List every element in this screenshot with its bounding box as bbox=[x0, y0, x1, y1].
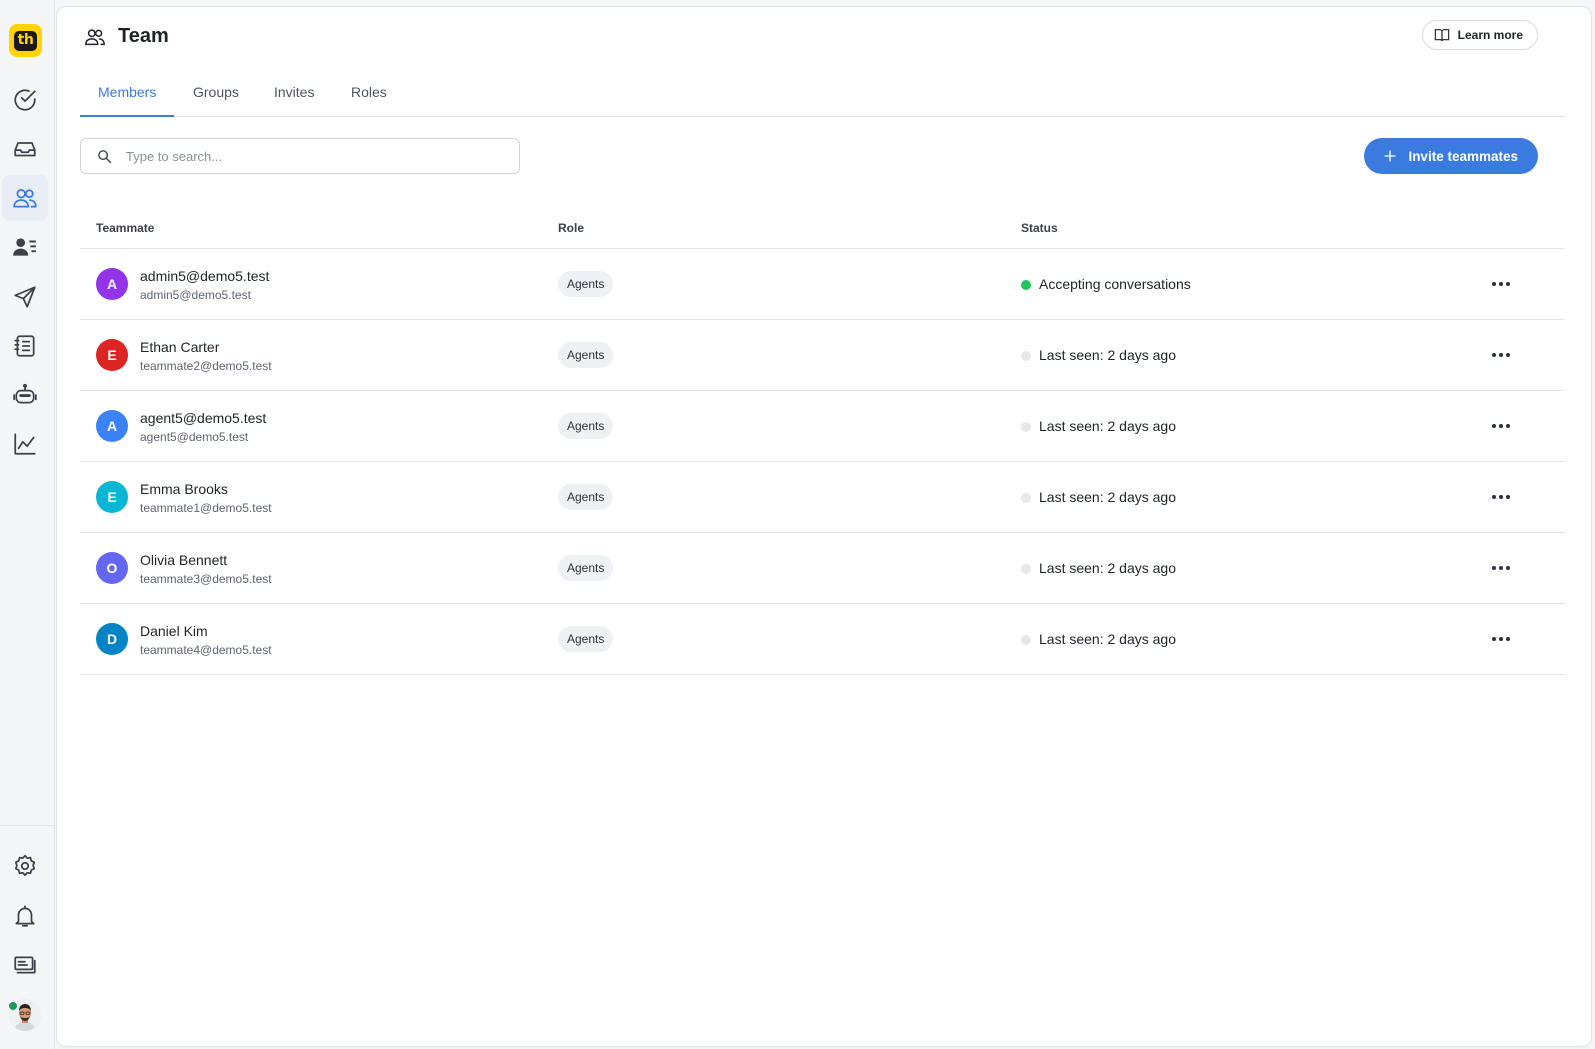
column-header-role: Role bbox=[558, 221, 585, 235]
sidebar-divider bbox=[0, 825, 54, 826]
sidebar-item-knowledge[interactable] bbox=[2, 323, 48, 369]
tab-groups[interactable]: Groups bbox=[175, 71, 257, 117]
team-icon bbox=[13, 189, 37, 208]
status-dot bbox=[1021, 422, 1031, 432]
avatar: O bbox=[96, 552, 128, 584]
status-text: Last seen: 2 days ago bbox=[1039, 560, 1176, 576]
sidebar-item-tasks[interactable] bbox=[2, 77, 48, 123]
chart-icon bbox=[14, 433, 36, 455]
robot-icon bbox=[13, 383, 37, 404]
status-dot bbox=[1021, 493, 1031, 503]
invite-teammates-button[interactable]: Invite teammates bbox=[1364, 138, 1538, 174]
more-options-button[interactable] bbox=[1484, 269, 1518, 299]
avatar: E bbox=[96, 339, 128, 371]
avatar: D bbox=[96, 623, 128, 655]
role-badge: Agents bbox=[558, 555, 614, 581]
sidebar-item-campaigns[interactable] bbox=[2, 274, 48, 320]
teammate-email: agent5@demo5.test bbox=[140, 430, 249, 444]
role-badge: Agents bbox=[558, 413, 614, 439]
sidebar-item-reports[interactable] bbox=[2, 421, 48, 467]
status-text: Last seen: 2 days ago bbox=[1039, 489, 1176, 505]
table-row[interactable]: A agent5@demo5.test agent5@demo5.test Ag… bbox=[80, 391, 1565, 462]
status-dot bbox=[1021, 564, 1031, 574]
role-badge: Agents bbox=[558, 626, 614, 652]
page-title: Team bbox=[118, 25, 169, 47]
tab-members[interactable]: Members bbox=[80, 71, 175, 117]
tab-invites[interactable]: Invites bbox=[256, 71, 332, 117]
status-text: Last seen: 2 days ago bbox=[1039, 418, 1176, 434]
table-row[interactable]: O Olivia Bennett teammate3@demo5.test Ag… bbox=[80, 533, 1565, 604]
status-text: Last seen: 2 days ago bbox=[1039, 347, 1176, 363]
learn-more-label: Learn more bbox=[1457, 28, 1523, 42]
billing-icon bbox=[14, 956, 36, 974]
teammate-email: teammate3@demo5.test bbox=[140, 572, 272, 586]
bell-icon bbox=[15, 905, 35, 927]
sidebar: th bbox=[0, 0, 55, 1049]
more-options-button[interactable] bbox=[1484, 482, 1518, 512]
tab-roles[interactable]: Roles bbox=[333, 71, 405, 117]
table-row[interactable]: E Emma Brooks teammate1@demo5.test Agent… bbox=[80, 462, 1565, 533]
table-row[interactable]: A admin5@demo5.test admin5@demo5.test Ag… bbox=[80, 249, 1565, 320]
avatar: E bbox=[96, 481, 128, 513]
teammate-name: Olivia Bennett bbox=[140, 552, 228, 568]
status-text: Accepting conversations bbox=[1039, 276, 1191, 292]
search-icon bbox=[98, 150, 112, 164]
teammate-email: teammate1@demo5.test bbox=[140, 501, 272, 515]
sidebar-item-inbox[interactable] bbox=[2, 126, 48, 172]
invite-teammates-label: Invite teammates bbox=[1408, 148, 1518, 164]
column-header-status: Status bbox=[1021, 221, 1058, 235]
teammate-name: Ethan Carter bbox=[140, 339, 220, 355]
status-dot bbox=[1021, 635, 1031, 645]
presence-online-dot bbox=[8, 1001, 18, 1011]
gear-icon bbox=[14, 854, 36, 877]
teammate-email: teammate4@demo5.test bbox=[140, 643, 272, 657]
inbox-icon bbox=[14, 142, 36, 157]
send-icon bbox=[14, 286, 36, 308]
more-options-button[interactable] bbox=[1484, 624, 1518, 654]
main-panel: Team Learn more Members Groups Invites R… bbox=[56, 6, 1592, 1047]
sidebar-item-bots[interactable] bbox=[2, 372, 48, 418]
table-header: Teammate Role Status bbox=[80, 207, 1565, 249]
more-options-button[interactable] bbox=[1484, 411, 1518, 441]
teammate-email: admin5@demo5.test bbox=[140, 288, 251, 302]
logo-text: th bbox=[14, 30, 37, 51]
role-badge: Agents bbox=[558, 342, 614, 368]
sidebar-item-settings[interactable] bbox=[2, 843, 48, 889]
role-badge: Agents bbox=[558, 271, 614, 297]
more-options-button[interactable] bbox=[1484, 340, 1518, 370]
status-dot bbox=[1021, 351, 1031, 361]
search-input[interactable] bbox=[126, 139, 506, 173]
sidebar-item-notifications[interactable] bbox=[2, 893, 48, 939]
team-header-icon bbox=[84, 26, 106, 48]
plus-icon bbox=[1385, 150, 1396, 162]
teammate-name: admin5@demo5.test bbox=[140, 268, 270, 284]
check-circle-icon bbox=[14, 89, 36, 111]
tab-bar: Members Groups Invites Roles bbox=[80, 71, 1565, 117]
teammate-email: teammate2@demo5.test bbox=[140, 359, 272, 373]
sidebar-item-team[interactable] bbox=[2, 175, 48, 221]
avatar: A bbox=[96, 410, 128, 442]
status-dot bbox=[1021, 280, 1031, 290]
app-logo[interactable]: th bbox=[9, 24, 42, 57]
teammate-name: Daniel Kim bbox=[140, 623, 208, 639]
avatar: A bbox=[96, 268, 128, 300]
column-header-teammate: Teammate bbox=[96, 221, 155, 235]
teammate-name: Emma Brooks bbox=[140, 481, 228, 497]
status-text: Last seen: 2 days ago bbox=[1039, 631, 1176, 647]
sidebar-item-contacts[interactable] bbox=[2, 224, 48, 270]
learn-more-button[interactable]: Learn more bbox=[1421, 20, 1538, 50]
contacts-icon bbox=[13, 238, 36, 256]
more-options-button[interactable] bbox=[1484, 553, 1518, 583]
role-badge: Agents bbox=[558, 484, 614, 510]
search-box bbox=[80, 138, 520, 174]
table-row[interactable]: D Daniel Kim teammate4@demo5.test Agents… bbox=[80, 604, 1565, 675]
book-icon bbox=[1434, 29, 1449, 42]
teammate-name: agent5@demo5.test bbox=[140, 410, 267, 426]
members-table: Teammate Role Status A admin5@demo5.test… bbox=[80, 207, 1565, 675]
table-row[interactable]: E Ethan Carter teammate2@demo5.test Agen… bbox=[80, 320, 1565, 391]
sidebar-item-billing[interactable] bbox=[2, 942, 48, 988]
notebook-icon bbox=[14, 335, 35, 357]
